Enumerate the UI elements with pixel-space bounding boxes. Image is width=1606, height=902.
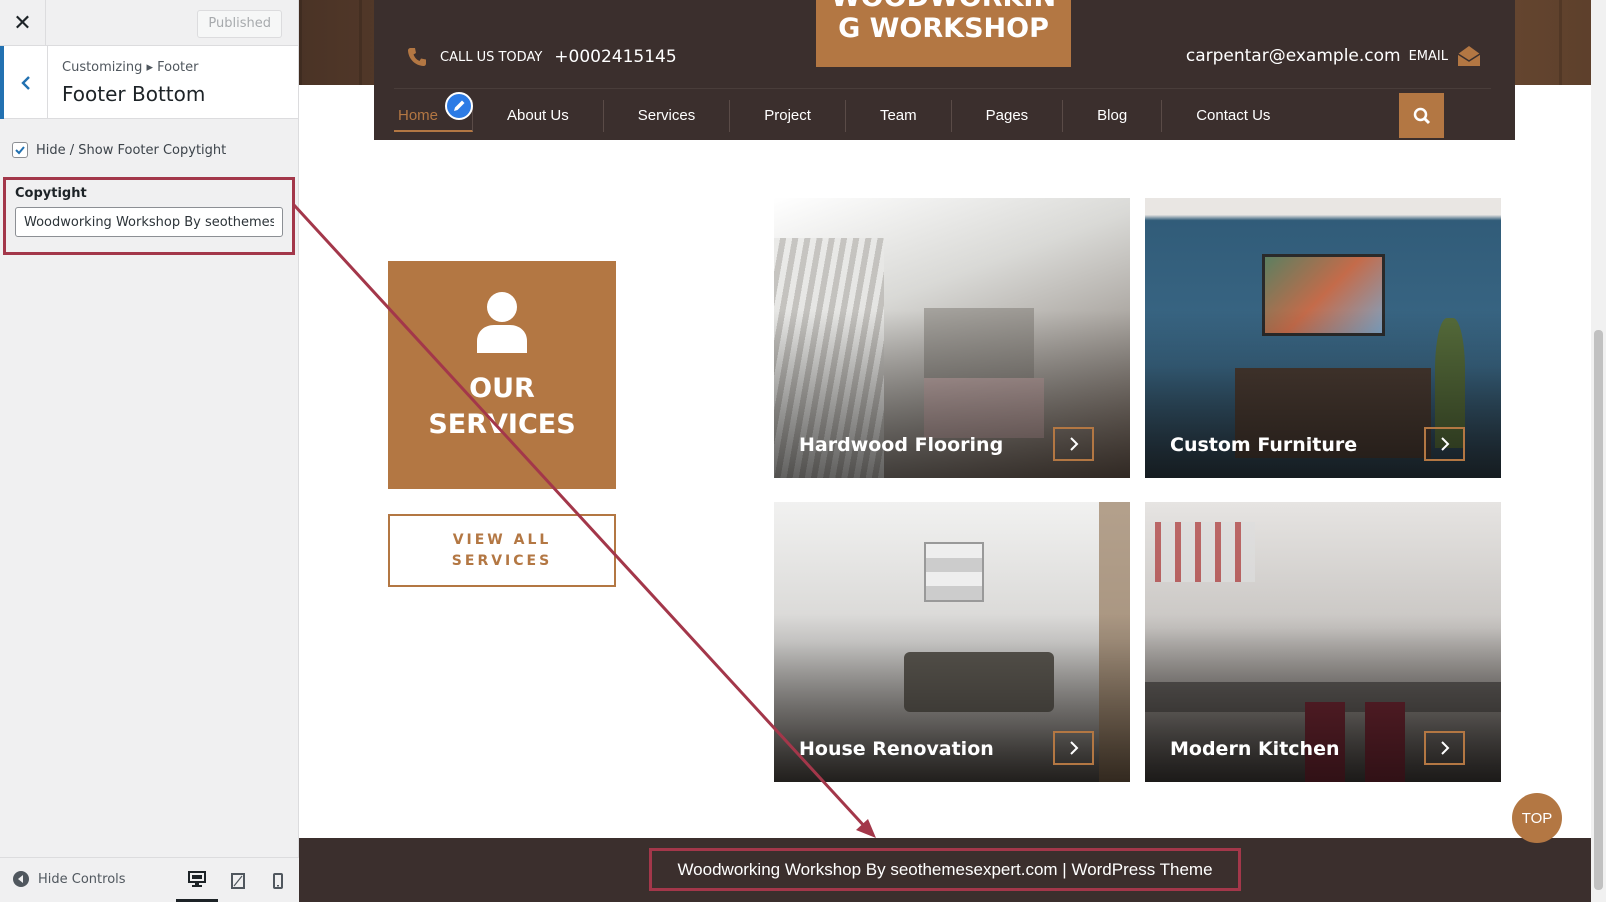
service-card-custom-furniture[interactable]: Custom Furniture: [1145, 198, 1501, 478]
call-number[interactable]: +0002415145: [554, 47, 676, 67]
section-title: Footer Bottom: [62, 82, 206, 106]
copyright-control-highlight: Copytight: [3, 177, 295, 255]
service-card-house-renovation[interactable]: House Renovation: [774, 502, 1130, 782]
scrollbar-thumb[interactable]: [1594, 330, 1603, 890]
card-title: Modern Kitchen: [1170, 738, 1340, 760]
main-nav: Home About Us Services Project Team Page…: [394, 94, 1304, 138]
nav-pages[interactable]: Pages: [952, 100, 1064, 132]
nav-blog[interactable]: Blog: [1063, 100, 1163, 132]
card-arrow-button[interactable]: [1424, 427, 1465, 461]
email-label: EMAIL: [1408, 48, 1448, 64]
title-line-2: SERVICES: [428, 409, 576, 440]
view-all-line-2: SERVICES: [451, 552, 553, 569]
service-card-hardwood-flooring[interactable]: Hardwood Flooring: [774, 198, 1130, 478]
preview-desktop-button[interactable]: [176, 858, 218, 902]
footer-copyright-text: Woodworking Workshop By seothemesexpert.…: [677, 859, 1213, 879]
phone-icon: [408, 48, 426, 66]
tablet-icon: [231, 872, 245, 889]
card-arrow-button[interactable]: [1053, 427, 1094, 461]
title-line-1: OUR: [469, 373, 535, 404]
view-all-line-1: VIEW ALL: [452, 531, 552, 548]
site-logo[interactable]: WOODWORKIN G WORKSHOP: [816, 0, 1071, 67]
email-address[interactable]: carpentar@example.com: [1186, 46, 1401, 66]
mobile-icon: [273, 872, 283, 889]
checkmark-icon: [15, 146, 25, 155]
nav-about-us[interactable]: About Us: [473, 100, 604, 132]
nav-team[interactable]: Team: [846, 100, 952, 132]
email-info: carpentar@example.com EMAIL: [1186, 44, 1482, 68]
breadcrumb: Customizing ▸ Footer: [62, 60, 199, 75]
sidebar-footer: Hide Controls: [0, 857, 299, 902]
preview-mobile-button[interactable]: [257, 858, 299, 902]
footer-copyright-toggle[interactable]: Hide / Show Footer Copytight: [12, 142, 226, 158]
user-icon: [477, 292, 527, 353]
view-all-services-button[interactable]: VIEW ALL SERVICES: [388, 514, 616, 587]
envelope-icon: [1457, 46, 1481, 66]
back-button[interactable]: [0, 46, 48, 119]
service-card-modern-kitchen[interactable]: Modern Kitchen: [1145, 502, 1501, 782]
call-info: CALL US TODAY +0002415145: [406, 46, 677, 68]
footer-copyright-highlight: Woodworking Workshop By seothemesexpert.…: [649, 848, 1241, 891]
card-arrow-button[interactable]: [1424, 731, 1465, 765]
site-footer: Woodworking Workshop By seothemesexpert.…: [299, 838, 1606, 902]
chevron-left-icon: [20, 75, 30, 90]
checkbox[interactable]: [12, 142, 28, 158]
card-title: Hardwood Flooring: [799, 434, 1004, 456]
back-to-top-button[interactable]: TOP: [1512, 793, 1562, 843]
customizer-sidebar: ✕ Published Customizing ▸ Footer Footer …: [0, 0, 299, 902]
pencil-icon: [454, 100, 465, 111]
nav-project[interactable]: Project: [730, 100, 846, 132]
close-icon: ✕: [13, 10, 32, 36]
collapse-icon: [13, 871, 29, 887]
desktop-icon: [188, 870, 206, 887]
header-divider: [394, 88, 1491, 89]
site-preview: WOODWORKIN G WORKSHOP CALL US TODAY +000…: [299, 0, 1606, 902]
card-title: Custom Furniture: [1170, 434, 1358, 456]
card-title: House Renovation: [799, 738, 994, 760]
hide-controls-button[interactable]: Hide Controls: [12, 870, 126, 888]
chevron-right-icon: [1069, 741, 1078, 755]
search-icon: [1413, 107, 1430, 124]
our-services-box: OUR SERVICES: [388, 261, 616, 489]
nav-contact-us[interactable]: Contact Us: [1162, 100, 1304, 132]
call-label: CALL US TODAY: [440, 49, 543, 65]
section-header: Customizing ▸ Footer Footer Bottom: [0, 46, 298, 119]
preview-scrollbar[interactable]: [1591, 0, 1606, 902]
chevron-right-icon: [1440, 741, 1449, 755]
search-button[interactable]: [1399, 93, 1444, 138]
published-button[interactable]: Published: [197, 10, 282, 38]
logo-line-2: G WORKSHOP: [838, 13, 1049, 44]
nav-services[interactable]: Services: [604, 100, 731, 132]
sidebar-topbar: ✕ Published: [0, 0, 298, 46]
toggle-label: Hide / Show Footer Copytight: [36, 142, 227, 158]
copyright-input[interactable]: [15, 207, 283, 237]
chevron-right-icon: [1069, 437, 1078, 451]
chevron-right-icon: [1440, 437, 1449, 451]
preview-tablet-button[interactable]: [217, 858, 259, 902]
edit-shortcut-button[interactable]: [445, 92, 473, 120]
card-arrow-button[interactable]: [1053, 731, 1094, 765]
our-services-title: OUR SERVICES: [388, 371, 616, 443]
hide-controls-label: Hide Controls: [38, 871, 126, 887]
copyright-label: Copytight: [15, 186, 87, 201]
close-customizer-button[interactable]: ✕: [0, 0, 46, 46]
site-header: WOODWORKIN G WORKSHOP CALL US TODAY +000…: [374, 0, 1515, 140]
